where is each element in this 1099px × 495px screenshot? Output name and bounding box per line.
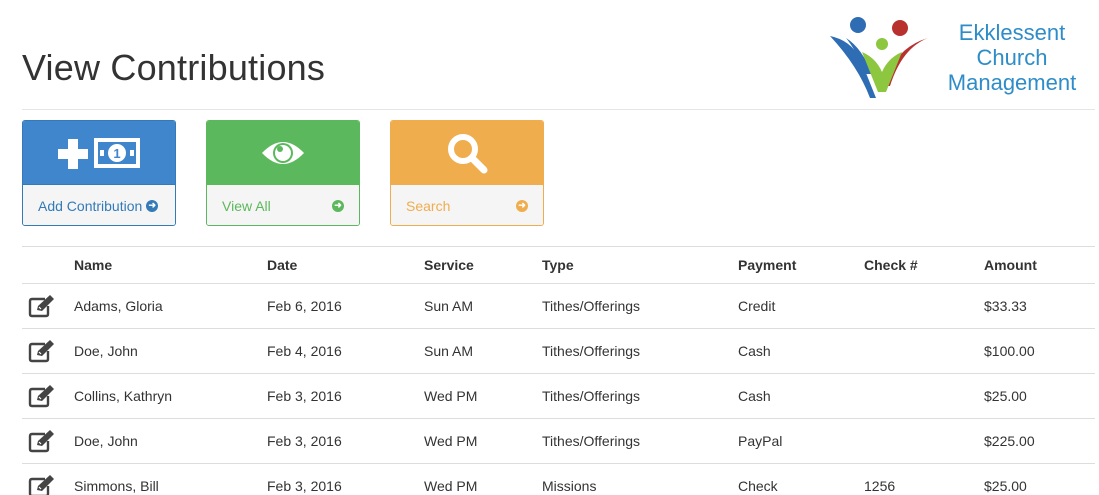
- plus-money-icon: 1: [58, 137, 140, 169]
- edit-icon[interactable]: [28, 474, 58, 495]
- cell-service: Wed PM: [424, 463, 542, 495]
- search-footer[interactable]: Search ➜: [391, 184, 543, 225]
- header-service[interactable]: Service: [424, 247, 542, 284]
- table-row: Doe, John Feb 3, 2016 Wed PM Tithes/Offerin…: [22, 418, 1095, 464]
- view-all-icon-area: [207, 121, 359, 184]
- view-all-button[interactable]: View All ➜: [206, 120, 360, 226]
- cell-amount: $100.00: [984, 328, 1095, 374]
- page-title: View Contributions: [22, 47, 326, 88]
- cell-date: Feb 3, 2016: [267, 373, 424, 419]
- cell-check-number: [864, 283, 984, 329]
- header-date[interactable]: Date: [267, 247, 424, 284]
- cell-edit: [22, 373, 74, 419]
- cell-payment: Credit: [738, 283, 864, 329]
- cell-service: Wed PM: [424, 418, 542, 464]
- logo-figures-icon: [830, 17, 928, 98]
- arrow-right-icon: ➜: [332, 199, 344, 212]
- edit-icon[interactable]: [28, 294, 58, 318]
- header-divider: [22, 109, 1095, 110]
- cell-check-number: [864, 373, 984, 419]
- table-body: Adams, Gloria Feb 6, 2016 Sun AM Tithes/Off…: [22, 283, 1095, 495]
- table-row: Doe, John Feb 4, 2016 Sun AM Tithes/Offerin…: [22, 328, 1095, 374]
- cell-amount: $33.33: [984, 283, 1095, 329]
- cell-name: Adams, Gloria: [74, 283, 267, 329]
- header-name[interactable]: Name: [74, 247, 267, 284]
- cell-check-number: 1256: [864, 463, 984, 495]
- header-amount[interactable]: Amount: [984, 247, 1095, 284]
- logo: Ekklessent Church Management: [828, 14, 1088, 102]
- table-row: Adams, Gloria Feb 6, 2016 Sun AM Tithes/Off…: [22, 283, 1095, 329]
- edit-icon[interactable]: [28, 384, 58, 408]
- table-row: Collins, Kathryn Feb 3, 2016 Wed PM Tithes/…: [22, 373, 1095, 419]
- cell-payment: Check: [738, 463, 864, 495]
- cell-type: Tithes/Offerings: [542, 373, 738, 419]
- header-type[interactable]: Type: [542, 247, 738, 284]
- cell-name: Doe, John: [74, 418, 267, 464]
- cell-date: Feb 3, 2016: [267, 463, 424, 495]
- cell-edit: [22, 283, 74, 329]
- header-payment[interactable]: Payment: [738, 247, 864, 284]
- cell-name: Collins, Kathryn: [74, 373, 267, 419]
- cell-payment: Cash: [738, 328, 864, 374]
- cell-edit: [22, 418, 74, 464]
- add-contribution-icon-area: 1: [23, 121, 175, 184]
- cell-payment: Cash: [738, 373, 864, 419]
- arrow-right-icon: ➜: [146, 199, 159, 212]
- cell-amount: $25.00: [984, 373, 1095, 419]
- search-icon-area: [391, 121, 543, 184]
- cell-date: Feb 3, 2016: [267, 418, 424, 464]
- cell-amount: $225.00: [984, 418, 1095, 464]
- arrow-right-icon: ➜: [516, 199, 528, 212]
- cell-payment: PayPal: [738, 418, 864, 464]
- edit-icon[interactable]: [28, 339, 58, 363]
- search-icon: [448, 133, 488, 173]
- view-all-footer[interactable]: View All ➜: [207, 184, 359, 225]
- cell-type: Missions: [542, 463, 738, 495]
- cell-check-number: [864, 418, 984, 464]
- view-all-label: View All: [222, 197, 271, 214]
- search-label: Search: [406, 197, 451, 214]
- cell-service: Wed PM: [424, 373, 542, 419]
- logo-line-1: Ekklessent: [958, 20, 1066, 45]
- cell-edit: [22, 328, 74, 374]
- header-check-number[interactable]: Check #: [864, 247, 984, 284]
- svg-text:1: 1: [113, 146, 120, 161]
- table-row: Simmons, Bill Feb 3, 2016 Wed PM Missions Ch…: [22, 463, 1095, 495]
- cell-type: Tithes/Offerings: [542, 418, 738, 464]
- cell-check-number: [864, 328, 984, 374]
- logo-line-3: Management: [947, 70, 1077, 95]
- edit-icon[interactable]: [28, 429, 58, 453]
- add-contribution-label: Add Contribution: [38, 197, 143, 214]
- cell-type: Tithes/Offerings: [542, 283, 738, 329]
- cell-edit: [22, 463, 74, 495]
- contributions-table: Name Date Service Type Payment Check # A…: [22, 246, 1095, 495]
- cell-amount: $25.00: [984, 463, 1095, 495]
- table-header: Name Date Service Type Payment Check # A…: [22, 246, 1095, 284]
- cell-name: Simmons, Bill: [74, 463, 267, 495]
- header-edit: [22, 247, 74, 284]
- eye-icon: [262, 141, 304, 164]
- add-contribution-footer[interactable]: Add Contribution ➜: [23, 184, 175, 225]
- cell-date: Feb 6, 2016: [267, 283, 424, 329]
- search-button[interactable]: Search ➜: [390, 120, 544, 226]
- table-header-row: Name Date Service Type Payment Check # A…: [22, 246, 1095, 284]
- cell-type: Tithes/Offerings: [542, 328, 738, 374]
- logo-text: Ekklessent Church Management: [934, 20, 1090, 95]
- cell-service: Sun AM: [424, 283, 542, 329]
- cell-date: Feb 4, 2016: [267, 328, 424, 374]
- add-contribution-button[interactable]: 1 Add Contribution ➜: [22, 120, 176, 226]
- cell-service: Sun AM: [424, 328, 542, 374]
- logo-line-2: Church: [976, 45, 1048, 70]
- contributions-table-container: Name Date Service Type Payment Check # A…: [22, 246, 1095, 495]
- cell-name: Doe, John: [74, 328, 267, 374]
